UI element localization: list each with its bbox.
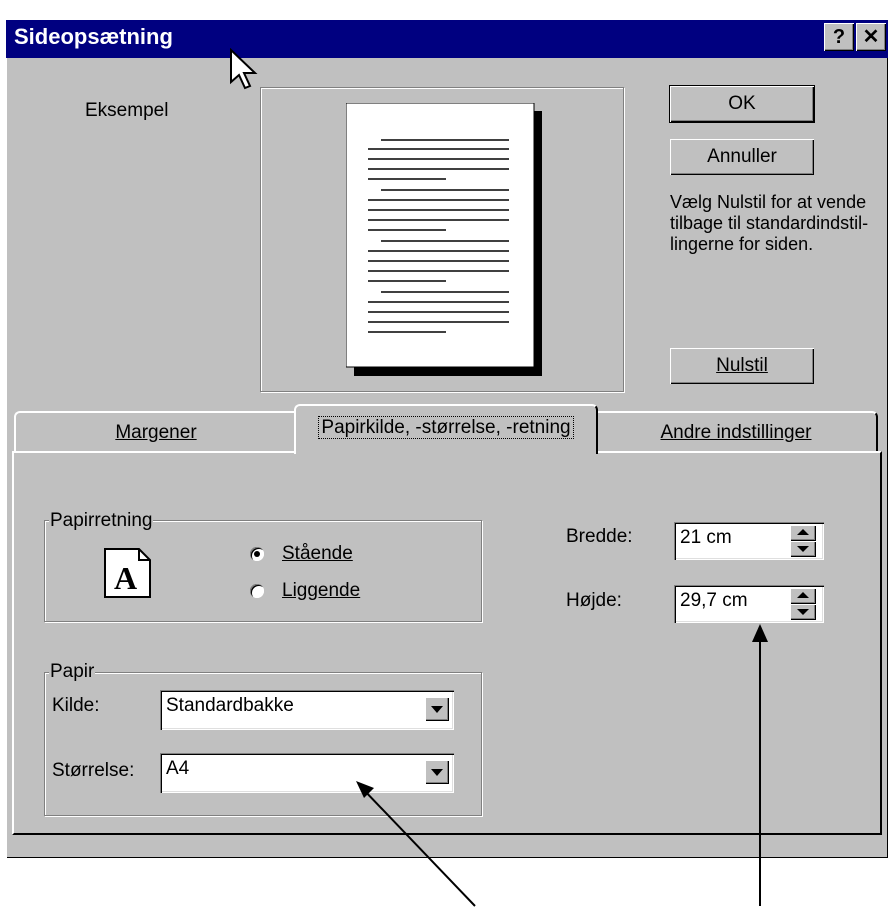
arrow-head-size <box>356 781 374 798</box>
tab-paper[interactable]: Papirkilde, -størrelse, -retning <box>294 404 598 454</box>
arrow-head-height <box>752 624 768 642</box>
tab-paper-label: Papirkilde, -størrelse, -retning <box>318 416 574 439</box>
annotation-arrows <box>356 624 768 907</box>
arrow-line-size <box>361 787 476 907</box>
